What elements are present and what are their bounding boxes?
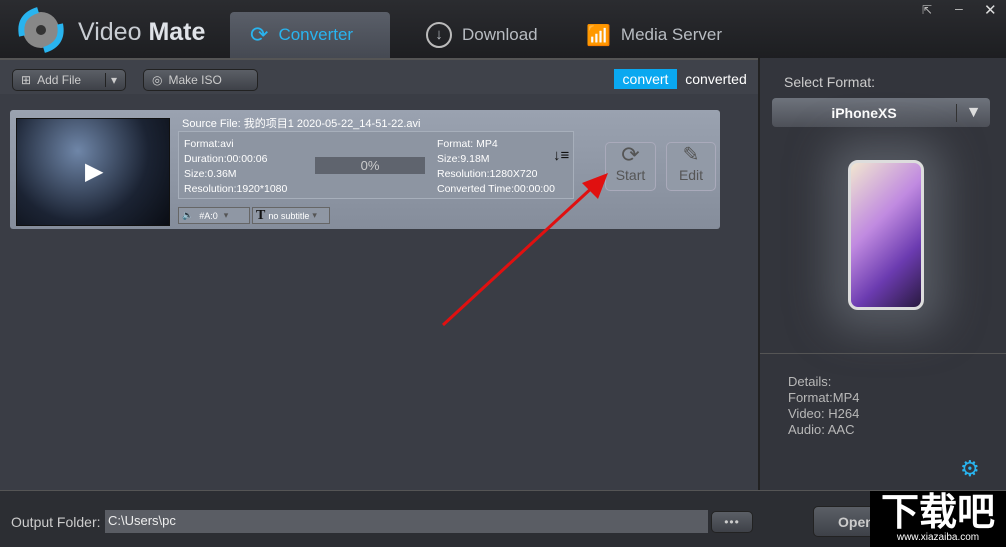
tab-label: Download	[462, 25, 538, 44]
tab-media-server[interactable]: 📶 Media Server	[566, 12, 742, 58]
bottom-bar: Output Folder: C:\Users\pc ••• Open	[0, 490, 1006, 547]
details-audio: Audio: AAC	[788, 422, 855, 437]
format-panel: Select Format: iPhoneXS ▼ Details: Format:…	[758, 58, 1006, 490]
select-format-label: Select Format:	[784, 74, 876, 90]
dst-format: Format: MP4	[437, 138, 498, 150]
browse-button[interactable]: •••	[711, 511, 753, 533]
refresh-icon: ⟳	[621, 142, 640, 167]
tab-label: Media Server	[620, 25, 723, 44]
settings-gear-icon[interactable]: ⚙	[960, 456, 980, 482]
title-bar: Video Mate ⟳ Converter ↓ Download 📶 Media S…	[0, 0, 1006, 58]
subtitle-select[interactable]: Tno subtitle ▾	[252, 207, 330, 224]
disc-icon: ◎	[152, 73, 163, 87]
src-duration: Duration:00:00:06	[184, 153, 268, 165]
chevron-down-icon[interactable]: ▾	[104, 73, 117, 87]
phone-image	[848, 160, 924, 310]
add-file-button[interactable]: ⊞ Add File ▾	[12, 69, 126, 91]
src-resolution: Resolution:1920*1080	[184, 183, 288, 195]
audio-value: #A:0	[199, 210, 218, 221]
divider	[760, 353, 1006, 354]
sort-icon[interactable]: ↓≡	[553, 148, 569, 163]
speaker-icon: 🔈	[182, 210, 194, 220]
progress-bar: 0%	[315, 157, 425, 174]
subtitle-value: no subtitle	[268, 210, 310, 221]
chevron-down-icon: ▾	[312, 210, 317, 220]
chevron-down-icon: ▼	[956, 103, 990, 122]
format-select[interactable]: iPhoneXS ▼	[772, 98, 990, 127]
download-icon: ↓	[426, 22, 452, 48]
source-file: Source File: 我的项目1 2020-05-22_14-51-22.a…	[182, 118, 421, 130]
wifi-icon: 📶	[586, 24, 611, 47]
converted-tab[interactable]: converted	[679, 69, 753, 89]
watermark-logo: 下载吧 www.xiazaiba.com	[870, 491, 1006, 547]
format-details: Details: Format:MP4 Video: H264 Audio: AAC	[788, 374, 860, 438]
chevron-down-icon: ▾	[223, 210, 229, 220]
red-arrow-annotation	[441, 173, 608, 327]
edit-icon: ✎	[682, 144, 700, 166]
src-size: Size:0.36M	[184, 168, 237, 180]
tab-label: Converter	[278, 25, 354, 44]
format-value: iPhoneXS	[831, 104, 897, 121]
convert-tab[interactable]: convert	[614, 69, 677, 89]
toolbar: ⊞ Add File ▾ ◎ Make ISO convert converted	[0, 58, 758, 94]
make-iso-button[interactable]: ◎ Make ISO	[143, 69, 258, 91]
video-thumbnail[interactable]: ▶	[16, 118, 170, 226]
src-format: Format:avi	[184, 138, 234, 150]
tab-download[interactable]: ↓ Download	[406, 12, 558, 58]
close-icon[interactable]: ✕	[984, 1, 997, 19]
edit-label: Edit	[678, 167, 704, 183]
add-file-icon: ⊞	[21, 73, 32, 87]
audio-track-select[interactable]: 🔈 #A:0 ▾	[178, 207, 250, 224]
add-file-label: Add File	[37, 73, 82, 87]
details-video: Video: H264	[788, 406, 860, 421]
popout-icon[interactable]: ⇱	[922, 3, 932, 17]
tab-converter[interactable]: ⟳ Converter	[230, 12, 390, 58]
make-iso-label: Make ISO	[168, 73, 222, 87]
app-title: Video Mate	[78, 18, 206, 46]
play-icon[interactable]: ▶	[85, 157, 103, 186]
minimize-icon[interactable]: –	[955, 0, 963, 16]
details-format: Format:MP4	[788, 390, 860, 405]
output-folder-input[interactable]: C:\Users\pc	[105, 510, 708, 533]
output-folder-label: Output Folder:	[11, 514, 101, 530]
edit-button[interactable]: ✎ Edit	[666, 142, 716, 191]
refresh-icon: ⟳	[250, 22, 269, 47]
app-logo-icon	[18, 7, 64, 53]
details-title: Details:	[788, 374, 832, 389]
source-info: Format:avi Duration:00:00:06 Size:0.36M Res…	[184, 137, 287, 197]
text-icon: T	[256, 207, 266, 223]
